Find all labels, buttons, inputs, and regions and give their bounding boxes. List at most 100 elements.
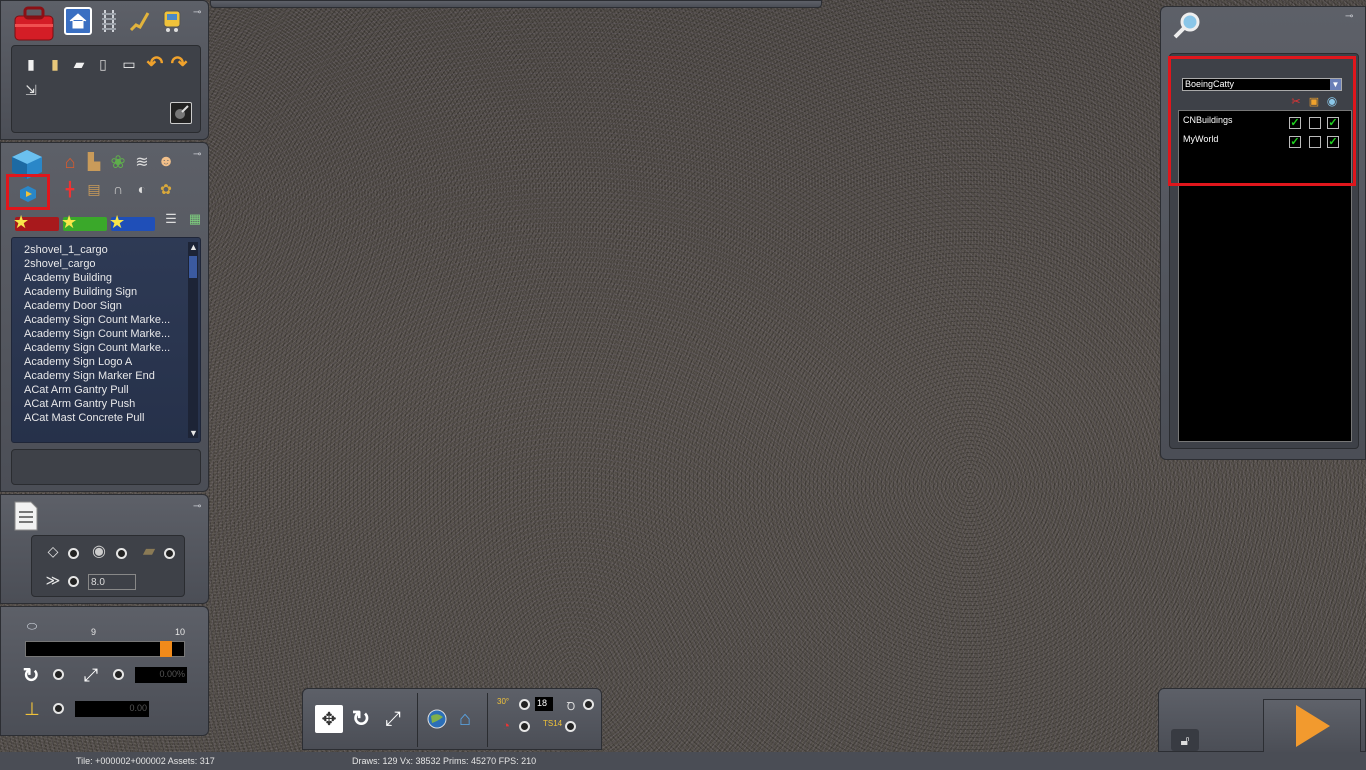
spacing-radio[interactable] [68,576,79,587]
plane-radio[interactable] [68,548,79,559]
filter-red-button[interactable]: ★ [13,212,59,232]
lock-icon[interactable]: Ꝺ [565,699,577,713]
toolbox-icon[interactable] [11,4,57,44]
copy-icon[interactable]: ▮ [22,54,40,74]
unlock-icon[interactable]: 🔓︎ [1171,729,1199,751]
filter-green-button[interactable]: ★ [61,212,107,232]
list-item[interactable]: ACat Arm Gantry Pull [24,384,129,396]
asset-preview-box [11,449,201,485]
scale-mode-icon[interactable]: ⤢ [379,705,407,733]
slider-max-label: 10 [175,627,186,637]
star-icon: ★ [109,212,126,232]
scale-radio[interactable] [113,669,124,680]
brush-size-icon[interactable] [170,102,192,124]
industry-icon[interactable]: ▙ [83,151,105,173]
top-strip [210,0,822,8]
list-item[interactable]: 2shovel_1_cargo [24,244,108,256]
slider-panel: ⬭ 9 10 ↻ ⤢ 0.00% ⊥ 0.00 [0,606,209,736]
list-item[interactable]: Academy Sign Count Marke... [24,342,170,354]
bridge-icon[interactable]: ∩ [107,179,129,199]
move-icon[interactable]: ▰ [70,54,88,74]
play-button[interactable] [1263,699,1361,753]
home-icon[interactable]: ⌂ [59,151,81,173]
rotate-radio[interactable] [53,669,64,680]
document-icon[interactable] [9,499,43,533]
track-piece-icon[interactable]: ▤ [83,179,105,199]
spacing-input[interactable]: 8.0 [88,574,136,590]
home-icon[interactable] [64,7,92,35]
speaker-icon[interactable]: ✿ [155,179,177,199]
status-center: Draws: 129 Vx: 38532 Prims: 45270 FPS: 2… [352,756,537,766]
3d-viewport[interactable]: ⊸ ▮ ▮ ▰ ▯ ▭ ↶ ↷ ⇲ ⌂ ▙ ❀ ≋ ☻ ⊸ ╋ ▤ ∩ ◐ ✿ … [0,0,1366,770]
undo-icon[interactable]: ↶ [144,52,166,75]
circle-icon: ◉ [92,543,106,560]
height-tool-icon[interactable]: ⬭ [21,619,43,633]
grid-view-icon[interactable]: ▦ [187,211,203,227]
paste-icon[interactable]: ▮ [46,54,64,74]
filter-blue-button[interactable]: ★ [109,212,155,232]
height-slider[interactable] [25,641,185,657]
play-panel: 🔓︎ [1158,688,1366,753]
list-item[interactable]: Academy Sign Marker End [24,370,155,382]
slider-thumb[interactable] [160,641,172,657]
scrollbar[interactable]: ▲ ▼ [188,242,198,438]
scale-icon[interactable]: ⤢ [79,663,103,687]
plane-icon: ◇ [47,542,59,559]
pin-icon[interactable]: ⊸ [193,501,201,512]
tree-icon[interactable]: ❀ [107,151,129,173]
grid-size-input[interactable]: 18 [535,697,553,711]
list-item[interactable]: Academy Building [24,272,112,284]
list-item[interactable]: Academy Sign Count Marke... [24,328,170,340]
lock-radio[interactable] [583,699,594,710]
crane-icon[interactable]: ⇲ [20,80,42,100]
list-item[interactable]: ACat Arm Gantry Push [24,398,135,410]
list-item[interactable]: Academy Building Sign [24,286,137,298]
star-icon: ★ [61,212,78,232]
train-icon[interactable] [159,7,185,35]
delete-icon[interactable]: ▯ [94,54,112,74]
lift-icon[interactable]: ⊥ [21,697,43,721]
status-left: Tile: +000002+000002 Assets: 317 [76,756,215,766]
search-icon[interactable] [1171,9,1203,41]
ts-radio[interactable] [565,721,576,732]
fence-icon[interactable]: ≋ [131,151,153,173]
home-view-icon[interactable]: ⌂ [453,707,477,731]
lift-radio[interactable] [53,703,64,714]
pin-icon[interactable]: ⊸ [1345,11,1353,22]
redo-icon[interactable]: ↷ [168,52,190,75]
height-panel: ⊸ ◇ ◉ ▰ ≫ 8.0 [0,494,209,604]
asset-list[interactable]: 2shovel_1_cargo 2shovel_cargo Academy Bu… [11,237,201,443]
list-item[interactable]: Academy Sign Logo A [24,356,132,368]
slider-min-label: 9 [91,627,97,637]
signal-icon[interactable]: ◐ [131,179,153,199]
move-mode-icon[interactable]: ✥ [315,705,343,733]
angle-radio[interactable] [519,699,530,710]
pin-icon[interactable]: ⊸ [193,149,201,160]
height-options-box: ◇ ◉ ▰ ≫ 8.0 [31,535,185,597]
height-input[interactable]: 0.00 [75,701,149,717]
junction-icon[interactable]: ╋ [59,179,81,199]
rotate-icon[interactable]: ↻ [19,663,43,687]
texture-radio[interactable] [164,548,175,559]
snap-radio[interactable] [519,721,530,732]
circle-radio[interactable] [116,548,127,559]
list-item[interactable]: Academy Sign Count Marke... [24,314,170,326]
paint-icon[interactable] [127,9,153,33]
scroll-down-icon[interactable]: ▼ [189,428,198,438]
settings-icon[interactable]: ▭ [118,54,140,74]
track-icon[interactable] [97,9,121,33]
scroll-up-icon[interactable]: ▲ [189,242,198,252]
list-item[interactable]: ACat Mast Concrete Pull [24,412,144,424]
percent-input[interactable]: 0.00% [135,667,187,683]
list-item[interactable]: 2shovel_cargo [24,258,96,270]
scroll-thumb[interactable] [189,256,197,278]
pin-icon[interactable]: ⊸ [193,7,201,18]
list-item[interactable]: Academy Door Sign [24,300,122,312]
list-view-icon[interactable]: ☰ [163,211,179,227]
rotate-mode-icon[interactable]: ↻ [347,705,375,733]
globe-icon[interactable] [425,707,449,731]
angle-label: 30° [497,697,510,706]
snap-icon[interactable]: ◔ [497,717,515,733]
texture-icon: ▰ [142,543,156,560]
person-icon[interactable]: ☻ [155,151,177,173]
